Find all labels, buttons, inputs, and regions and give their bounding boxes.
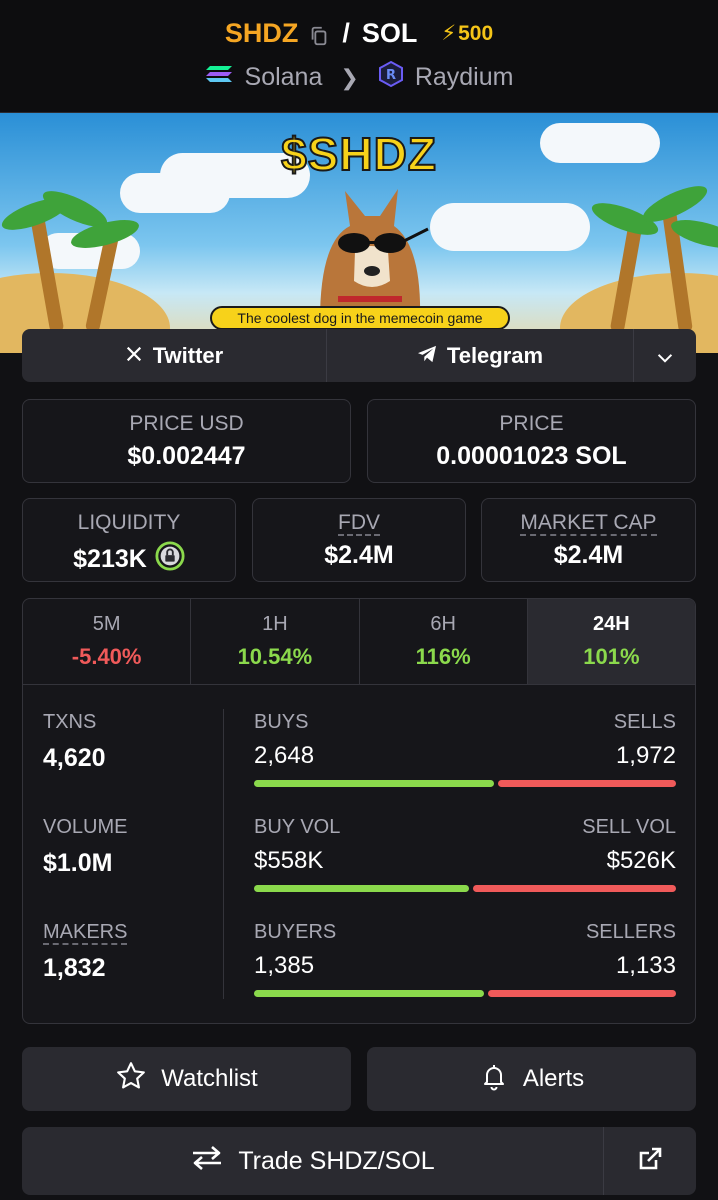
buy-vol-bar — [254, 885, 470, 892]
buy-vol-label: BUY VOL — [254, 816, 341, 838]
fdv-value: $2.4M — [324, 541, 394, 569]
trade-bar: Trade SHDZ/SOL — [22, 1127, 696, 1195]
stats-panel: 5M -5.40% 1H 10.54% 6H 116% 24H 101% TXN… — [22, 598, 696, 1024]
lightning-icon: ⚡ — [441, 22, 457, 45]
market-cap-card: MARKET CAP $2.4M — [481, 498, 696, 582]
price-native-label: PRICE — [499, 412, 564, 435]
fdv-card: FDV $2.4M — [252, 498, 466, 582]
txns-value: 4,620 — [43, 744, 106, 772]
change-1h: 10.54% — [237, 644, 313, 669]
tab-5m[interactable]: 5M -5.40% — [23, 599, 192, 684]
sell-vol-value: $526K — [606, 847, 676, 874]
bell-icon — [479, 1061, 509, 1098]
social-links-bar: Twitter Telegram — [22, 329, 696, 382]
makers-value: 1,832 — [43, 954, 106, 982]
volume-ratio-bar — [254, 885, 676, 893]
trade-label: Trade SHDZ/SOL — [238, 1146, 435, 1175]
price-usd-card: PRICE USD $0.002447 — [22, 399, 351, 483]
dex-name[interactable]: Raydium — [415, 63, 514, 92]
watchlist-button[interactable]: Watchlist — [22, 1047, 351, 1111]
timeframe-tabs: 5M -5.40% 1H 10.54% 6H 116% 24H 101% — [23, 599, 695, 685]
pair-separator: / — [342, 18, 350, 48]
price-native-value: 0.00001023 SOL — [436, 442, 627, 470]
chevron-right-icon: ❯ — [340, 64, 359, 90]
solana-icon — [205, 62, 235, 93]
star-icon — [115, 1060, 147, 1099]
txns-label: TXNS — [43, 711, 97, 733]
buyers-bar — [254, 990, 485, 997]
sell-vol-bar — [473, 885, 676, 892]
raydium-icon: R — [377, 60, 405, 95]
pair-title: SHDZ / SOL ⚡ 500 — [0, 18, 718, 49]
change-6h: 116% — [415, 644, 471, 669]
fdv-label[interactable]: FDV — [253, 511, 465, 536]
telegram-icon — [417, 343, 437, 369]
telegram-button[interactable]: Telegram — [327, 329, 634, 382]
tab-6h[interactable]: 6H 116% — [360, 599, 528, 684]
buys-sells-ratio-bar — [254, 780, 676, 788]
sellers-value: 1,133 — [615, 952, 676, 979]
change-5m: -5.40% — [71, 644, 142, 669]
volume-label: VOLUME — [43, 816, 128, 838]
twitter-button[interactable]: Twitter — [22, 329, 327, 382]
chain-breadcrumb: Solana ❯ R Raydium — [0, 60, 718, 95]
trade-button[interactable]: Trade SHDZ/SOL — [22, 1127, 604, 1195]
tab-24h[interactable]: 24H 101% — [527, 599, 695, 684]
price-usd-value: $0.002447 — [127, 442, 246, 470]
swap-arrows-icon — [190, 1144, 224, 1179]
liquidity-value: $213K — [73, 545, 147, 573]
svg-text:R: R — [386, 68, 396, 83]
makers-row: MAKERS 1,832 BUYERS SELLERS 1,385 1,133 — [23, 921, 695, 1021]
more-links-button[interactable] — [634, 329, 696, 382]
buys-label: BUYS — [254, 711, 309, 733]
sells-label: SELLS — [613, 711, 676, 733]
banner-tagline: The coolest dog in the memecoin game — [210, 306, 510, 330]
base-token-symbol: SHDZ — [224, 18, 299, 48]
buyers-value: 1,385 — [254, 952, 315, 979]
chain-name[interactable]: Solana — [245, 63, 323, 92]
sells-bar — [497, 780, 676, 787]
boost-badge[interactable]: ⚡ 500 — [441, 21, 493, 46]
twitter-label: Twitter — [152, 342, 224, 368]
makers-label[interactable]: MAKERS — [43, 921, 128, 945]
dog-mascot-image — [310, 171, 430, 321]
liquidity-card: LIQUIDITY $213K — [22, 498, 236, 582]
sellers-label: SELLERS — [585, 921, 676, 943]
sellers-bar — [488, 990, 676, 997]
volume-row: VOLUME $1.0M BUY VOL SELL VOL $558K $526… — [23, 816, 695, 916]
buyers-label: BUYERS — [254, 921, 337, 943]
copy-icon[interactable] — [308, 23, 330, 45]
sell-vol-label: SELL VOL — [582, 816, 676, 838]
buyers-sellers-ratio-bar — [254, 990, 676, 998]
chevron-down-icon — [657, 343, 673, 369]
volume-value: $1.0M — [43, 849, 113, 877]
open-external-button[interactable] — [604, 1127, 696, 1195]
buy-vol-value: $558K — [254, 847, 324, 874]
liquidity-label: LIQUIDITY — [77, 511, 181, 534]
price-native-card: PRICE 0.00001023 SOL — [367, 399, 696, 483]
boost-count: 500 — [458, 21, 494, 45]
lock-icon[interactable] — [155, 541, 185, 578]
alerts-label: Alerts — [522, 1065, 585, 1092]
telegram-label: Telegram — [446, 342, 544, 368]
liquidity-value-row: $213K — [23, 541, 235, 578]
txns-row: TXNS 4,620 BUYS SELLS 2,648 1,972 — [23, 711, 695, 811]
market-cap-value: $2.4M — [553, 541, 624, 569]
alerts-button[interactable]: Alerts — [367, 1047, 696, 1111]
price-usd-label: PRICE USD — [129, 412, 244, 435]
sells-value: 1,972 — [615, 742, 676, 769]
pair-header: SHDZ / SOL ⚡ 500 Solana ❯ R Raydium — [0, 0, 718, 113]
x-logo-icon — [125, 343, 143, 369]
watchlist-label: Watchlist — [161, 1065, 258, 1092]
buys-value: 2,648 — [254, 742, 315, 769]
tab-1h[interactable]: 1H 10.54% — [191, 599, 360, 684]
buys-bar — [254, 780, 494, 787]
token-banner: $SHDZ The coolest dog in the memecoin ga… — [0, 113, 718, 353]
change-24h: 101% — [583, 644, 640, 669]
market-cap-label[interactable]: MARKET CAP — [482, 511, 695, 536]
quote-token-symbol: SOL — [361, 18, 418, 48]
external-link-icon — [636, 1145, 664, 1178]
